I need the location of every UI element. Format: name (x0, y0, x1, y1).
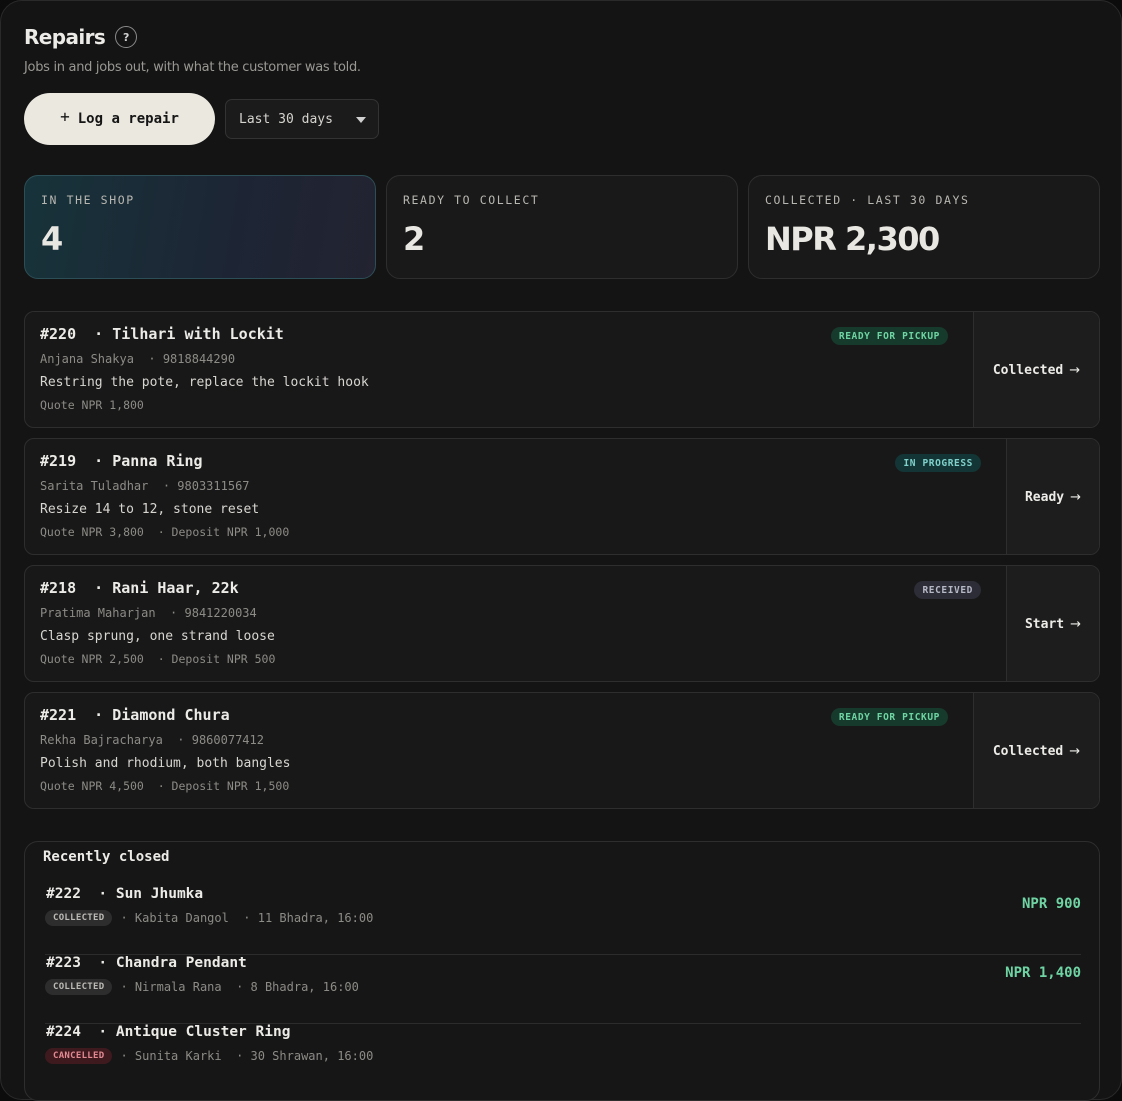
status-badge: COLLECTED (45, 979, 113, 995)
closed-meta: COLLECTED · Kabita Dangol · 11 Bhadra, 1… (45, 910, 373, 926)
stat-label: COLLECTED · LAST 30 DAYS (765, 193, 970, 207)
stat-value: NPR 2,300 (765, 220, 940, 258)
repairs-panel: Repairs ? Jobs in and jobs out, with wha… (0, 0, 1122, 1101)
job-title: #219 · Panna Ring (40, 452, 203, 470)
action-label: Collected (992, 744, 1064, 759)
start-repair-button[interactable]: Start → (1006, 566, 1099, 681)
log-repair-button[interactable]: + Log a repair (24, 93, 215, 145)
job-description: Resize 14 to 12, stone reset (40, 502, 260, 517)
job-title: #220 · Tilhari with Lockit (40, 325, 284, 343)
job-description: Clasp sprung, one strand loose (40, 629, 275, 644)
job-quote: Quote NPR 4,500 · Deposit NPR 1,500 (40, 779, 290, 793)
title-row: Repairs ? (24, 25, 138, 49)
recently-closed-panel: Recently closed #222 · Sun Jhumka COLLEC… (24, 841, 1100, 1101)
job-customer: Sarita Tuladhar · 9803311567 (40, 479, 250, 493)
closed-meta: COLLECTED · Nirmala Rana · 8 Bhadra, 16:… (45, 979, 359, 995)
closed-item[interactable]: #222 · Sun Jhumka COLLECTED · Kabita Dan… (45, 886, 1081, 955)
job-customer: Rekha Bajracharya · 9860077412 (40, 733, 264, 747)
action-label: Ready (1024, 490, 1065, 505)
action-label: Collected (992, 363, 1064, 378)
status-badge: CANCELLED (45, 1048, 113, 1064)
closed-details: · Kabita Dangol · 11 Bhadra, 16:00 (120, 911, 374, 925)
closed-title: #223 · Chandra Pendant (46, 955, 247, 971)
job-quote: Quote NPR 2,500 · Deposit NPR 500 (40, 652, 276, 666)
arrow-right-icon: → (1069, 744, 1081, 759)
closed-amount: NPR 1,400 (1005, 965, 1081, 981)
stat-value: 2 (403, 220, 425, 258)
status-badge: READY FOR PICKUP (830, 708, 948, 726)
arrow-right-icon: → (1070, 617, 1082, 632)
closed-meta: CANCELLED · Sunita Karki · 30 Shrawan, 1… (45, 1048, 373, 1064)
status-badge: COLLECTED (45, 910, 113, 926)
closed-title: #224 · Antique Cluster Ring (46, 1024, 291, 1040)
stat-label: IN THE SHOP (41, 193, 135, 207)
arrow-right-icon: → (1069, 363, 1081, 378)
date-range-select[interactable]: Last 30 days (225, 99, 379, 139)
job-card: #220 · Tilhari with Lockit Anjana Shakya… (24, 311, 1100, 428)
job-card: #218 · Rani Haar, 22k Pratima Maharjan ·… (24, 565, 1100, 682)
closed-details: · Sunita Karki · 30 Shrawan, 16:00 (120, 1049, 374, 1063)
job-customer: Pratima Maharjan · 9841220034 (40, 606, 257, 620)
mark-ready-button[interactable]: Ready → (1006, 439, 1099, 554)
log-repair-label: Log a repair (77, 111, 179, 127)
closed-item[interactable]: #223 · Chandra Pendant COLLECTED · Nirma… (45, 955, 1081, 1024)
status-badge: READY FOR PICKUP (830, 327, 948, 345)
job-description: Polish and rhodium, both bangles (40, 756, 291, 771)
closed-title: #222 · Sun Jhumka (46, 886, 204, 902)
job-quote: Quote NPR 3,800 · Deposit NPR 1,000 (40, 525, 290, 539)
page-title: Repairs (24, 25, 106, 49)
mark-collected-button[interactable]: Collected → (973, 693, 1099, 808)
chevron-down-icon (356, 117, 366, 123)
arrow-right-icon: → (1070, 490, 1082, 505)
job-card: #221 · Diamond Chura Rekha Bajracharya ·… (24, 692, 1100, 809)
recently-closed-heading: Recently closed (43, 849, 170, 865)
stat-in-the-shop: IN THE SHOP 4 (24, 175, 376, 279)
stat-label: READY TO COLLECT (403, 193, 540, 207)
action-label: Start (1024, 617, 1065, 632)
job-customer: Anjana Shakya · 9818844290 (40, 352, 236, 366)
stat-ready-to-collect: READY TO COLLECT 2 (386, 175, 738, 279)
job-card: #219 · Panna Ring Sarita Tuladhar · 9803… (24, 438, 1100, 555)
job-quote: Quote NPR 1,800 (40, 398, 144, 412)
job-description: Restring the pote, replace the lockit ho… (40, 375, 369, 390)
date-range-value: Last 30 days (239, 111, 333, 127)
page-subtitle: Jobs in and jobs out, with what the cust… (24, 60, 361, 75)
help-icon[interactable]: ? (115, 26, 138, 48)
status-badge: IN PROGRESS (895, 454, 981, 472)
mark-collected-button[interactable]: Collected → (973, 312, 1099, 427)
stat-collected: COLLECTED · LAST 30 DAYS NPR 2,300 (748, 175, 1100, 279)
status-badge: RECEIVED (914, 581, 981, 599)
job-title: #218 · Rani Haar, 22k (40, 579, 239, 597)
closed-amount: NPR 900 (1021, 896, 1081, 912)
job-title: #221 · Diamond Chura (40, 706, 230, 724)
closed-details: · Nirmala Rana · 8 Bhadra, 16:00 (120, 980, 359, 994)
closed-item[interactable]: #224 · Antique Cluster Ring CANCELLED · … (45, 1024, 1081, 1093)
stat-value: 4 (41, 220, 63, 258)
plus-icon: + (60, 106, 70, 126)
